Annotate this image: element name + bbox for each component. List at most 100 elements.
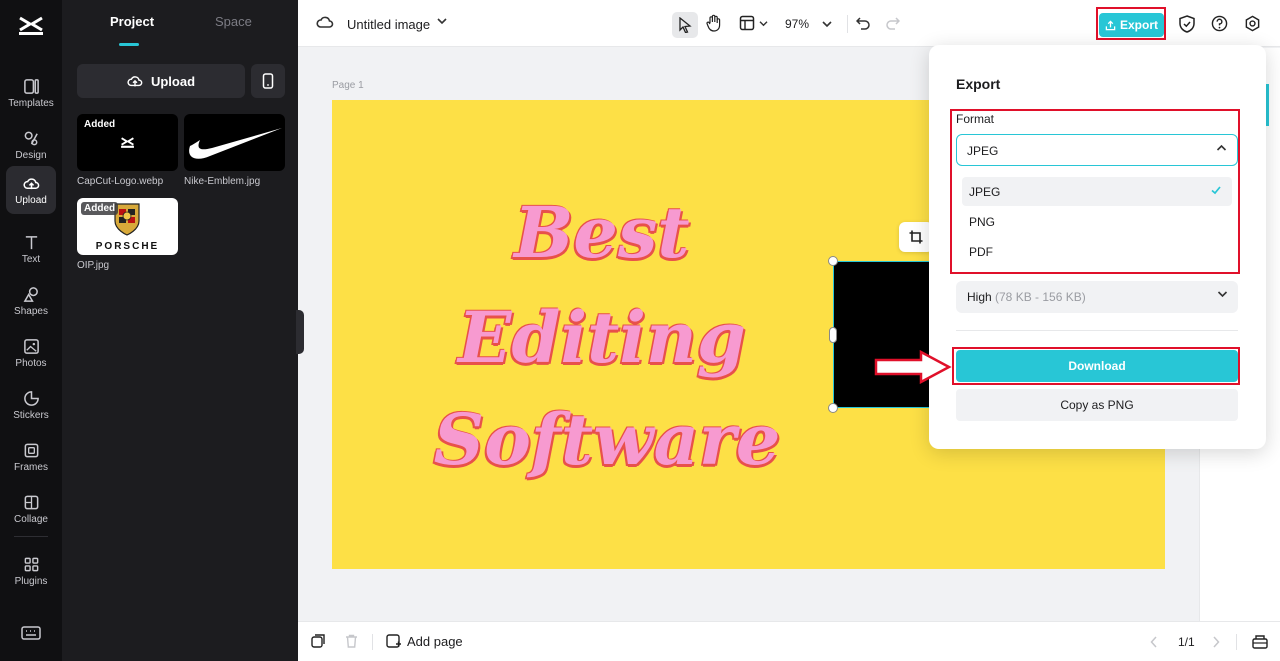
export-icon: [1105, 19, 1116, 30]
page-counter: 1/1: [1178, 635, 1195, 649]
asset-thumbnail[interactable]: Added PORSCHE: [77, 198, 178, 255]
format-select[interactable]: JPEG: [956, 134, 1238, 166]
sidebar-item-plugins[interactable]: Plugins: [6, 548, 56, 594]
download-button[interactable]: Download: [956, 350, 1238, 382]
sidebar-item-frames[interactable]: Frames: [6, 434, 56, 480]
upload-cloud-icon: [22, 177, 39, 189]
pointer-arrow-icon: [874, 350, 952, 384]
capcut-logo-icon: [121, 137, 134, 148]
sidebar-item-templates[interactable]: Templates: [6, 70, 56, 116]
crop-icon: [909, 230, 923, 244]
tab-space[interactable]: Space: [215, 14, 252, 29]
zoom-level[interactable]: 97%: [785, 17, 809, 31]
sidebar-item-text[interactable]: Text: [6, 226, 56, 272]
tab-project[interactable]: Project: [110, 14, 154, 29]
headline-line-2[interactable]: Editing: [432, 300, 772, 376]
text-icon: [25, 235, 37, 249]
crop-button[interactable]: [899, 222, 933, 252]
selected-image-element[interactable]: [833, 261, 933, 408]
format-option-jpeg[interactable]: JPEG: [962, 177, 1232, 206]
nike-swoosh-icon: [189, 128, 282, 159]
asset-name: Nike-Emblem.jpg: [184, 176, 261, 187]
delete-page-icon[interactable]: [345, 634, 358, 648]
templates-icon: [23, 78, 39, 94]
active-tab-indicator: [119, 43, 139, 46]
resize-handle[interactable]: [828, 256, 838, 266]
headline-line-1[interactable]: Best: [492, 195, 712, 271]
add-page-button[interactable]: Add page: [386, 634, 463, 649]
sidebar-item-photos[interactable]: Photos: [6, 330, 56, 376]
format-option-label: PDF: [969, 245, 993, 259]
help-icon[interactable]: [1211, 15, 1228, 32]
upload-cloud-icon: [127, 76, 143, 87]
keyboard-icon[interactable]: [20, 624, 42, 642]
sidebar-item-stickers[interactable]: Stickers: [6, 382, 56, 428]
sidebar-item-label: Collage: [14, 513, 48, 525]
checkmark-icon: [1211, 186, 1221, 195]
shield-icon[interactable]: [1179, 15, 1195, 33]
next-page-icon[interactable]: [1212, 636, 1220, 648]
sidebar-item-upload[interactable]: Upload: [6, 166, 56, 214]
format-option-label: JPEG: [969, 185, 1001, 199]
format-option-pdf[interactable]: PDF: [962, 237, 1232, 266]
download-button-label: Download: [1068, 359, 1126, 373]
format-option-png[interactable]: PNG: [962, 207, 1232, 236]
document-title[interactable]: Untitled image: [347, 17, 430, 32]
layout-icon[interactable]: [739, 15, 755, 31]
cloud-sync-icon[interactable]: [316, 14, 334, 30]
panel-collapse-handle[interactable]: [296, 310, 304, 354]
settings-gear-icon[interactable]: [1244, 15, 1261, 32]
chevron-down-icon[interactable]: [822, 20, 832, 28]
mobile-upload-button[interactable]: [251, 64, 285, 98]
asset-thumbnail[interactable]: [184, 114, 285, 171]
duplicate-page-icon[interactable]: [311, 634, 325, 648]
add-page-icon: [386, 634, 401, 648]
page-label: Page 1: [332, 80, 364, 91]
sidebar-item-label: Text: [21, 253, 41, 265]
chevron-down-icon[interactable]: [437, 17, 447, 25]
porsche-wordmark: PORSCHE: [95, 241, 160, 252]
quality-value: High: [967, 290, 996, 304]
plugins-icon: [24, 557, 38, 571]
copy-button-label: Copy as PNG: [1060, 398, 1134, 412]
phone-icon: [262, 73, 274, 89]
export-button-label: Export: [1119, 18, 1158, 32]
quality-select[interactable]: High (78 KB - 156 KB): [956, 281, 1238, 313]
chevron-down-icon: [1217, 291, 1228, 298]
asset-name: CapCut-Logo.webp: [77, 176, 164, 187]
sidebar-item-shapes[interactable]: Shapes: [6, 278, 56, 324]
sidebar-item-design[interactable]: Design: [6, 122, 56, 168]
sidebar-item-collage[interactable]: Collage: [6, 486, 56, 532]
stickers-icon: [23, 390, 39, 406]
sidebar-item-label: Templates: [8, 97, 54, 109]
pages-panel-icon[interactable]: [1252, 634, 1268, 649]
export-popover: Export Format JPEG JPEG PNG PDF High (78…: [929, 45, 1266, 449]
resize-handle[interactable]: [829, 327, 837, 343]
rail-divider: [14, 536, 48, 537]
copy-as-png-button[interactable]: Copy as PNG: [956, 389, 1238, 421]
scroll-indicator: [1266, 84, 1269, 126]
chevron-down-icon[interactable]: [759, 20, 768, 27]
sidebar-item-label: Photos: [15, 357, 47, 369]
select-tool-button[interactable]: [672, 12, 698, 38]
add-page-label: Add page: [407, 634, 463, 649]
cursor-icon: [679, 17, 692, 33]
export-button[interactable]: Export: [1099, 13, 1164, 37]
top-bar: Untitled image 97% Export: [298, 0, 1280, 47]
format-label: Format: [956, 112, 995, 126]
redo-icon[interactable]: [886, 16, 900, 30]
format-select-value: JPEG: [967, 144, 999, 158]
left-rail: Templates Design Upload Text Shapes Phot…: [0, 0, 62, 661]
previous-page-icon[interactable]: [1150, 636, 1158, 648]
capcut-logo-icon[interactable]: [16, 12, 46, 40]
headline-line-3[interactable]: Software: [407, 402, 807, 478]
bottom-divider: [372, 634, 373, 650]
upload-button[interactable]: Upload: [77, 64, 245, 98]
panel-tabs: Project Space: [62, 0, 298, 47]
sidebar-item-label: Upload: [15, 194, 47, 206]
asset-thumbnail[interactable]: Added: [77, 114, 178, 171]
undo-icon[interactable]: [856, 16, 870, 30]
sidebar-item-label: Stickers: [13, 409, 49, 421]
resize-handle[interactable]: [828, 403, 838, 413]
hand-tool-icon[interactable]: [706, 14, 722, 32]
